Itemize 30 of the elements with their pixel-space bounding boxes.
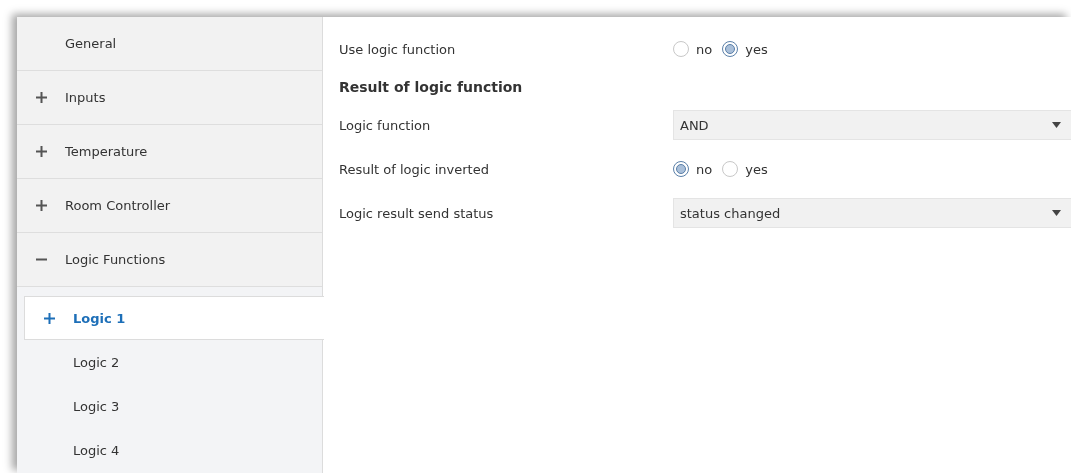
- parameter-label: Logic result send status: [339, 205, 495, 221]
- parameter-label: Logic function: [339, 117, 432, 133]
- plus-icon[interactable]: [35, 200, 47, 211]
- radio-option[interactable]: no: [673, 161, 713, 177]
- sidebar-item[interactable]: Room Controller: [17, 179, 322, 233]
- radio-button[interactable]: [673, 41, 689, 57]
- sidebar-item[interactable]: Logic Functions: [17, 233, 322, 287]
- sidebar-item[interactable]: Logic 4: [24, 428, 322, 472]
- sidebar-item[interactable]: Logic 2: [24, 340, 322, 384]
- parameter-label: Result of logic inverted: [339, 161, 490, 177]
- parameter-label: Use logic function: [339, 41, 457, 57]
- plus-icon[interactable]: [43, 312, 55, 324]
- caret-icon: [1052, 122, 1061, 128]
- sidebar-item[interactable]: General: [17, 17, 322, 71]
- radio-button[interactable]: [722, 161, 739, 177]
- plus-icon[interactable]: [35, 92, 47, 103]
- plus-icon[interactable]: [35, 146, 47, 157]
- radio-option[interactable]: no: [673, 41, 713, 57]
- radio-option[interactable]: yes: [722, 161, 768, 177]
- caret-icon: [1052, 210, 1061, 216]
- radio-button[interactable]: [673, 161, 689, 177]
- dropdown[interactable]: status changed: [673, 198, 1071, 228]
- sidebar-item[interactable]: Logic 3: [24, 384, 322, 428]
- radio-button[interactable]: [722, 41, 739, 57]
- sidebar-item[interactable]: Temperature: [17, 125, 322, 179]
- radio-option[interactable]: yes: [722, 41, 768, 57]
- section-heading: Result of logic function: [339, 79, 523, 95]
- sidebar-item[interactable]: Logic 1: [24, 296, 324, 340]
- dropdown[interactable]: AND: [673, 110, 1071, 140]
- sidebar-item[interactable]: Inputs: [17, 71, 322, 125]
